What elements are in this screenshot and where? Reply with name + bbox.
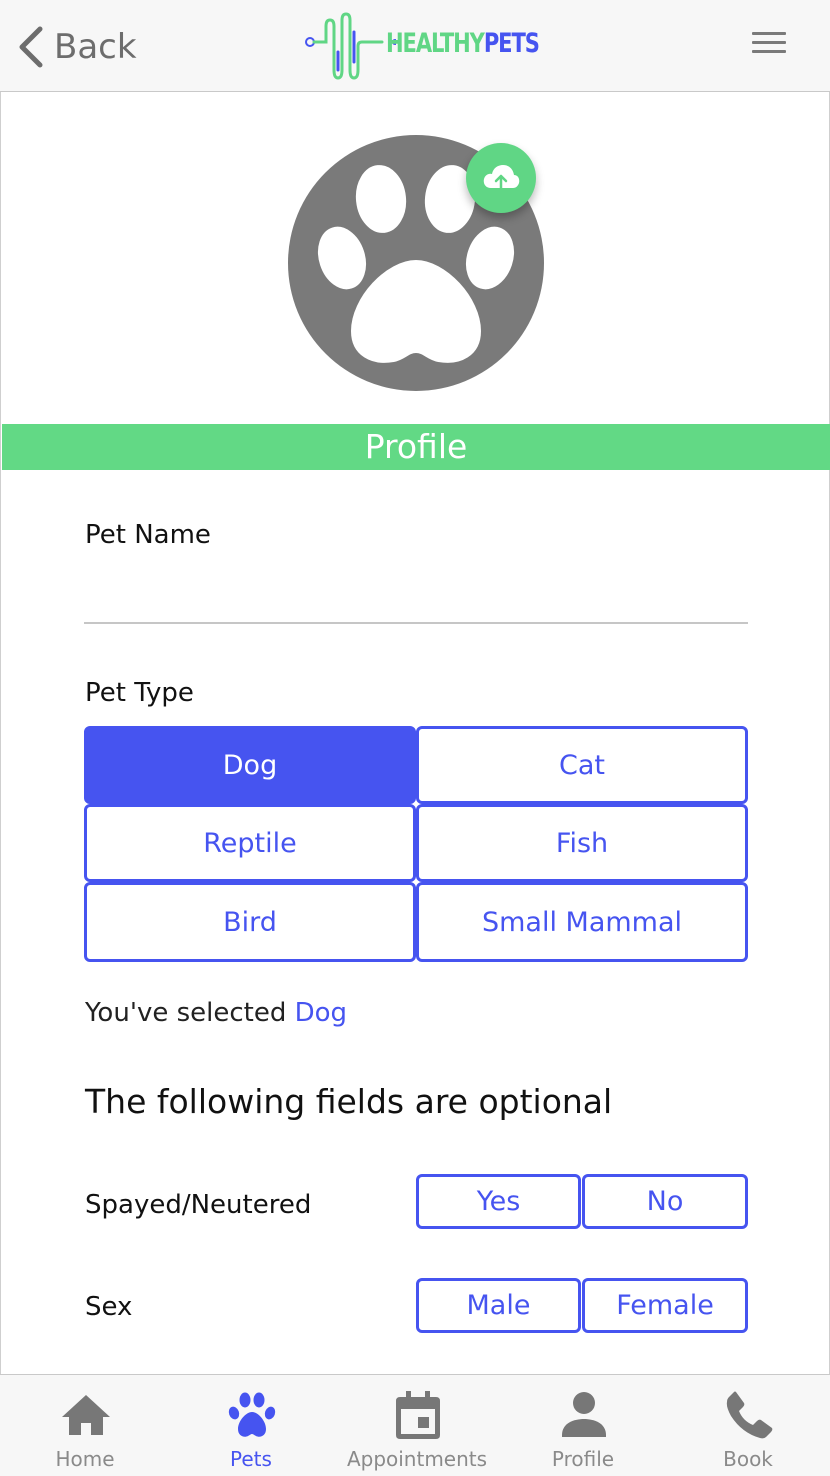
selected-pet-type-text: You've selected Dog: [85, 998, 347, 1028]
nav-label-profile: Profile: [551, 1447, 615, 1471]
pet-type-label: Pet Type: [85, 678, 194, 708]
heartbeat-logo-icon: [305, 12, 396, 80]
spayed-no-button[interactable]: No: [582, 1174, 748, 1229]
nav-label-appointments: Appointments: [346, 1447, 488, 1471]
app-header: Back HEALTHYPETS: [0, 0, 830, 92]
nav-item-appointments[interactable]: Appointments: [334, 1375, 500, 1476]
calendar-icon: [396, 1391, 440, 1439]
home-icon: [62, 1395, 110, 1435]
pet-type-bird[interactable]: Bird: [84, 882, 416, 962]
sex-label: Sex: [85, 1292, 133, 1322]
pet-name-label: Pet Name: [85, 520, 211, 550]
nav-label-book: Book: [723, 1447, 773, 1471]
upload-photo-button[interactable]: [466, 143, 536, 213]
cloud-upload-icon: [483, 165, 520, 192]
pet-type-reptile[interactable]: Reptile: [84, 804, 416, 882]
selected-pet-type-value: Dog: [294, 998, 348, 1028]
pet-type-fish[interactable]: Fish: [416, 804, 748, 882]
nav-item-book[interactable]: Book: [665, 1375, 830, 1476]
logo-text: HEALTHYPETS: [386, 28, 540, 59]
sex-female-button[interactable]: Female: [582, 1278, 748, 1333]
pet-type-dog[interactable]: Dog: [84, 726, 416, 804]
logo-text-healthy: HEALTHY: [386, 28, 485, 59]
nav-item-pets[interactable]: Pets: [168, 1375, 334, 1476]
pet-type-cat[interactable]: Cat: [416, 726, 748, 804]
paw-icon: [228, 1392, 276, 1437]
spayed-neutered-label: Spayed/Neutered: [85, 1190, 312, 1220]
nav-item-home[interactable]: Home: [2, 1375, 168, 1476]
sex-male-button[interactable]: Male: [416, 1278, 581, 1333]
pet-name-input[interactable]: [84, 570, 748, 624]
optional-fields-heading: The following fields are optional: [85, 1082, 613, 1121]
person-icon: [562, 1392, 606, 1437]
healthypets-logo: HEALTHYPETS: [302, 12, 540, 84]
hamburger-menu-icon[interactable]: [752, 32, 786, 56]
selected-prefix: You've selected: [85, 998, 295, 1028]
logo-text-pets: PETS: [483, 28, 540, 59]
back-button[interactable]: Back: [16, 22, 137, 72]
phone-icon: [726, 1391, 773, 1439]
nav-item-profile[interactable]: Profile: [500, 1375, 666, 1476]
nav-label-home: Home: [55, 1447, 115, 1471]
pet-type-small-mammal[interactable]: Small Mammal: [416, 882, 748, 962]
spayed-yes-button[interactable]: Yes: [416, 1174, 581, 1229]
bottom-navigation: Home Pets Appointments Profile Book: [0, 1374, 830, 1476]
section-title-bar: Profile: [2, 424, 830, 470]
back-label: Back: [54, 27, 137, 67]
chevron-left-icon: [19, 26, 43, 68]
nav-label-pets: Pets: [230, 1447, 272, 1471]
